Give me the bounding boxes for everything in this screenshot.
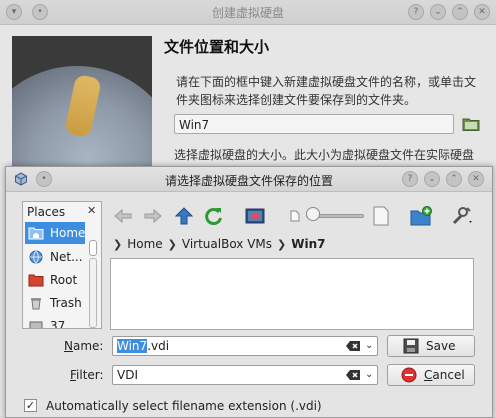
save-file-dialog: • 请选择虚拟硬盘文件保存的位置 ? ⌄ ⌃ ✕ Places ✕ Home N…: [5, 166, 493, 418]
home-folder-icon: [28, 227, 44, 240]
save-button[interactable]: Save: [387, 335, 475, 357]
name-label: Name:: [64, 339, 104, 353]
auto-extension-checkbox[interactable]: ✓: [24, 399, 37, 412]
zoom-out-button[interactable]: [284, 205, 306, 227]
wizard-titlebar: ▾ • 创建虚拟硬盘 ? ⌄ ⌃ ✕: [0, 0, 496, 25]
back-icon: [114, 208, 132, 224]
folder-icon: [462, 118, 480, 131]
place-item-root[interactable]: Root: [25, 269, 85, 291]
drive-icon: [29, 321, 43, 328]
forward-button[interactable]: [142, 205, 164, 227]
breadcrumb: ❯ Home ❯ VirtualBox VMs ❯ Win7: [108, 235, 326, 253]
forward-icon: [144, 208, 162, 224]
breadcrumb-item-win7[interactable]: Win7: [291, 237, 325, 251]
zoom-slider-handle[interactable]: [306, 207, 320, 221]
filter-label: Filter:: [70, 368, 104, 382]
place-item-drive[interactable]: 37: [25, 315, 85, 329]
back-button[interactable]: [112, 205, 134, 227]
trash-icon: [31, 298, 41, 310]
wizard-disk-illustration: [12, 36, 152, 180]
root-folder-icon: [28, 274, 44, 287]
filename-selected-text: Win7: [117, 339, 148, 353]
reload-button[interactable]: [203, 205, 225, 227]
place-label-drive: 37: [50, 319, 66, 329]
places-scrollbar[interactable]: [88, 222, 98, 328]
places-scroll-handle[interactable]: [89, 258, 97, 328]
breadcrumb-separator-icon: ❯: [167, 237, 177, 251]
up-icon: [175, 207, 193, 225]
place-item-network[interactable]: Net...: [25, 246, 85, 268]
wizard-maximize-icon[interactable]: ⌃: [452, 4, 468, 20]
wizard-help-icon[interactable]: ?: [408, 4, 424, 20]
places-close-icon[interactable]: ✕: [87, 204, 96, 217]
choose-folder-button[interactable]: [460, 114, 482, 134]
options-icon: [452, 207, 472, 225]
save-button-label: Save: [426, 339, 456, 353]
zoom-in-icon: [373, 206, 389, 226]
options-button[interactable]: [450, 205, 476, 227]
dialog-minimize-icon[interactable]: ⌄: [424, 171, 440, 187]
filter-value: VDI: [117, 368, 138, 382]
auto-extension-label[interactable]: Automatically select filename extension …: [46, 399, 322, 413]
cancel-button-label: Cancel: [424, 368, 465, 382]
chevron-down-icon[interactable]: ⌄: [365, 369, 373, 380]
wizard-close-icon[interactable]: ✕: [474, 4, 490, 20]
place-label-network: Net...: [50, 250, 83, 264]
file-list-view[interactable]: [110, 258, 474, 330]
save-icon: [403, 338, 419, 354]
wizard-file-location-input[interactable]: Win7: [174, 114, 454, 134]
dialog-maximize-icon[interactable]: ⌃: [446, 171, 462, 187]
dialog-titlebar: • 请选择虚拟硬盘文件保存的位置 ? ⌄ ⌃ ✕: [6, 167, 492, 192]
zoom-out-icon: [290, 210, 300, 222]
wizard-description: 请在下面的框中键入新建虚拟硬盘文件的名称，或单击文件夹图标来选择创建文件要保存到…: [176, 75, 477, 107]
dialog-help-icon[interactable]: ?: [402, 171, 418, 187]
zoom-in-button[interactable]: [370, 205, 392, 227]
places-title: Places: [27, 205, 66, 219]
place-label-home: Home: [50, 226, 85, 240]
new-folder-button[interactable]: [410, 205, 432, 227]
filename-combo[interactable]: Win7.vdi ⌄: [112, 336, 378, 356]
filter-combo[interactable]: VDI ⌄: [112, 365, 378, 385]
network-icon: [29, 250, 43, 264]
cancel-button[interactable]: Cancel: [387, 364, 475, 386]
new-folder-icon: [410, 206, 432, 226]
filename-input[interactable]: Win7.vdi: [117, 339, 169, 353]
place-label-root: Root: [50, 273, 78, 287]
place-item-home[interactable]: Home: [25, 222, 85, 244]
places-panel: Places ✕ Home Net... Root Trash 37: [22, 201, 102, 329]
reload-icon: [205, 208, 222, 225]
filename-extension-text: .vdi: [147, 339, 170, 353]
chevron-down-icon[interactable]: ⌄: [365, 340, 373, 351]
breadcrumb-item-virtualbox-vms[interactable]: VirtualBox VMs: [182, 237, 272, 251]
breadcrumb-separator-icon: ❯: [113, 237, 123, 251]
up-button[interactable]: [173, 205, 195, 227]
places-header: Places ✕: [23, 202, 101, 222]
breadcrumb-separator-icon: ❯: [277, 237, 287, 251]
cancel-icon: [401, 367, 417, 383]
clear-filter-icon[interactable]: [345, 369, 361, 381]
wizard-minimize-icon[interactable]: ⌄: [430, 4, 446, 20]
wizard-heading: 文件位置和大小: [164, 38, 270, 56]
clear-text-icon[interactable]: [345, 340, 361, 352]
dialog-title: 请选择虚拟硬盘文件保存的位置: [164, 174, 333, 188]
preview-button[interactable]: [244, 205, 266, 227]
place-label-trash: Trash: [50, 296, 82, 310]
dialog-close-icon[interactable]: ✕: [468, 171, 484, 187]
place-item-trash[interactable]: Trash: [25, 292, 85, 314]
preview-icon: [245, 208, 265, 224]
places-scroll-handle-top[interactable]: [89, 240, 97, 256]
breadcrumb-item-home[interactable]: Home: [127, 237, 162, 251]
